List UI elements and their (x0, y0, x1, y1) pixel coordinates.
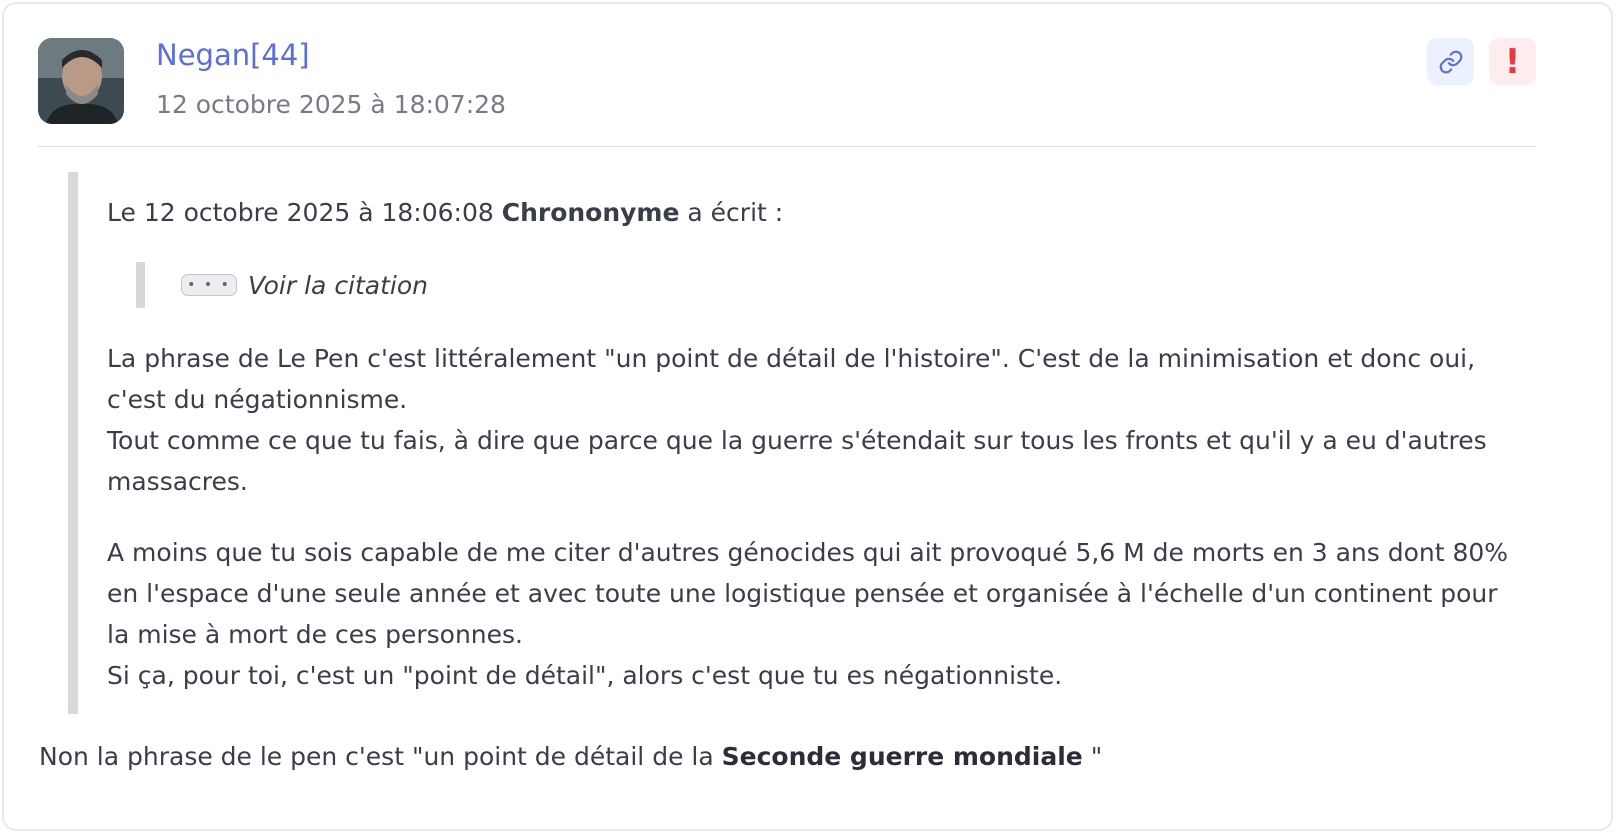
expand-quote-button[interactable]: • • • (181, 274, 237, 296)
avatar[interactable] (38, 38, 124, 124)
author-name[interactable]: Negan[44] (156, 38, 310, 72)
nested-quote: • • • Voir la citation (136, 262, 428, 308)
see-quote-link[interactable]: Voir la citation (248, 265, 428, 306)
quote-paragraph-1: La phrase de Le Pen c'est littéralement … (107, 344, 1487, 496)
quote-author: Chrononyme (501, 198, 680, 227)
blockquote: Le 12 octobre 2025 à 18:06:08 Chrononyme… (68, 172, 1528, 714)
quote-header: Le 12 octobre 2025 à 18:06:08 Chrononyme… (107, 192, 783, 233)
header-divider (38, 146, 1536, 147)
quote-wrote: a écrit : (687, 198, 784, 227)
quote-paragraph-2: A moins que tu sois capable de me citer … (107, 538, 1509, 690)
permalink-button[interactable] (1427, 38, 1474, 85)
reply-bold-text: Seconde guerre mondiale (721, 742, 1083, 771)
report-button[interactable]: ! (1489, 38, 1536, 85)
reply-text-start: Non la phrase de le pen c'est "un point … (39, 742, 722, 771)
reply-text: Non la phrase de le pen c'est "un point … (39, 742, 1102, 771)
post-timestamp: 12 octobre 2025 à 18:07:28 (156, 90, 506, 119)
link-icon (1439, 50, 1462, 73)
avatar-photo (38, 38, 124, 124)
report-icon: ! (1504, 41, 1521, 82)
forum-post-card: Negan[44] 12 octobre 2025 à 18:07:28 ! L… (2, 2, 1613, 831)
quote-date: Le 12 octobre 2025 à 18:06:08 (107, 198, 494, 227)
reply-text-end: " (1082, 742, 1103, 771)
